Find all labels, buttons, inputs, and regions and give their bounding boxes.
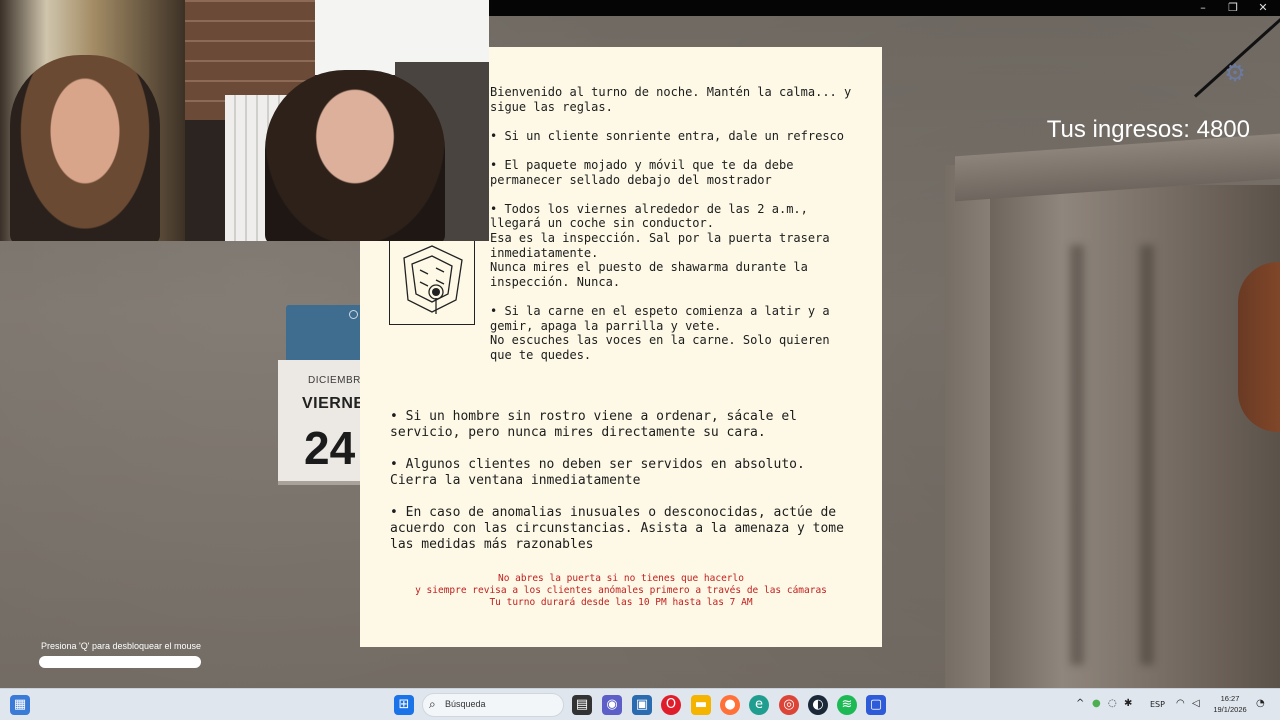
store-icon[interactable]: ▣ [632,695,652,715]
opera-icon[interactable]: O [661,695,681,715]
rule-item: • Algunos clientes no deben ser servidos… [390,457,805,488]
cabinet-side [945,165,995,688]
edge-icon[interactable]: e [749,695,769,715]
notification-icon[interactable]: ◔ [1256,698,1265,709]
minimize-icon[interactable]: – [1196,1,1210,15]
wifi-icon[interactable]: ◠ [1176,698,1185,709]
taskbar: ▦ ⊞ ⌕ Búsqueda ▤ ◉ ▣ O ▬ ● e ◎ ◐ ≋ ▢ ^ ●… [0,688,1280,720]
hint-progress-bar [39,656,201,668]
calendar-ring [349,310,358,319]
search-placeholder: Búsqueda [445,699,486,709]
file-icon[interactable]: ▤ [572,695,592,715]
search-icon: ⌕ [429,697,436,711]
chat-icon[interactable]: ◉ [602,695,622,715]
settings-gear-icon[interactable]: ⚙ [1222,60,1248,86]
rule-item: • Si la carne en el espeto comienza a la… [490,303,830,362]
calendar-hanger [286,305,366,360]
clock-date: 19/1/2026 [1213,705,1247,714]
stain [1070,245,1084,665]
rules-top-list: Bienvenido al turno de noche. Mantén la … [490,85,870,377]
cabinet [945,133,1280,688]
unlock-mouse-hint: Presiona 'Q' para desbloquear el mouse [41,641,202,651]
tray-bluetooth-icon[interactable]: ✱ [1124,698,1132,709]
window-title-bar: – ❐ ✕ [488,0,1280,16]
restore-icon[interactable]: ❐ [1226,1,1240,15]
tray-network-icon[interactable]: ◌ [1108,698,1117,709]
rule-item: • Si un cliente sonriente entra, dale un… [490,128,845,143]
webcam-person-left [10,55,160,241]
steam-icon[interactable]: ◐ [808,695,828,715]
folder-icon[interactable]: ▬ [691,695,711,715]
warning-line: Tu turno durará desde las 10 PM hasta la… [489,597,753,608]
rule-intro: Bienvenido al turno de noche. Mantén la … [490,85,852,114]
system-clock[interactable]: 16:27 19/1/2026 [1208,693,1252,715]
webcam-overlay [0,0,489,241]
rules-bottom-list: • Si un hombre sin rostro viene a ordena… [390,409,870,569]
tray-app-icon[interactable]: ● [1092,698,1101,709]
warning-line: y siempre revisa a los clientes anómales… [415,585,827,596]
calendar-day-number: 24 [304,422,356,474]
taskbar-search[interactable]: ⌕ Búsqueda [422,693,564,717]
game-icon[interactable]: ▢ [866,695,886,715]
cabinet-body [990,185,1280,688]
warning-note: No abres la puerta si no tienes que hace… [360,573,882,609]
stamp-illustration [389,239,475,325]
shawarma-stamp-icon [403,245,463,314]
rule-item: • El paquete mojado y móvil que te da de… [490,157,794,187]
spotify-icon[interactable]: ≋ [837,695,857,715]
language-indicator[interactable]: ESP [1150,700,1165,709]
close-icon[interactable]: ✕ [1256,1,1270,15]
rule-item: • Todos los viernes alrededor de las 2 a… [490,201,830,289]
widgets-icon[interactable]: ▦ [10,695,30,715]
webcam-person-right [265,70,445,241]
income-counter: Tus ingresos: 4800 [1046,116,1250,143]
tray-chevron-icon[interactable]: ^ [1076,698,1084,709]
stain [1140,245,1154,665]
clock-time: 16:27 [1220,694,1240,703]
firefox-icon[interactable]: ● [720,695,740,715]
volume-icon[interactable]: ◁ [1192,698,1200,709]
chrome-icon[interactable]: ◎ [779,695,799,715]
shawarma-meat [1238,262,1280,432]
rule-item: • En caso de anomalias inusuales o desco… [390,505,844,552]
rule-item: • Si un hombre sin rostro viene a ordena… [390,409,797,440]
start-icon[interactable]: ⊞ [394,695,414,715]
wall-calendar[interactable]: DICIEMBRE VIERNES 24 [278,305,375,485]
warning-line: No abres la puerta si no tienes que hace… [498,573,744,584]
